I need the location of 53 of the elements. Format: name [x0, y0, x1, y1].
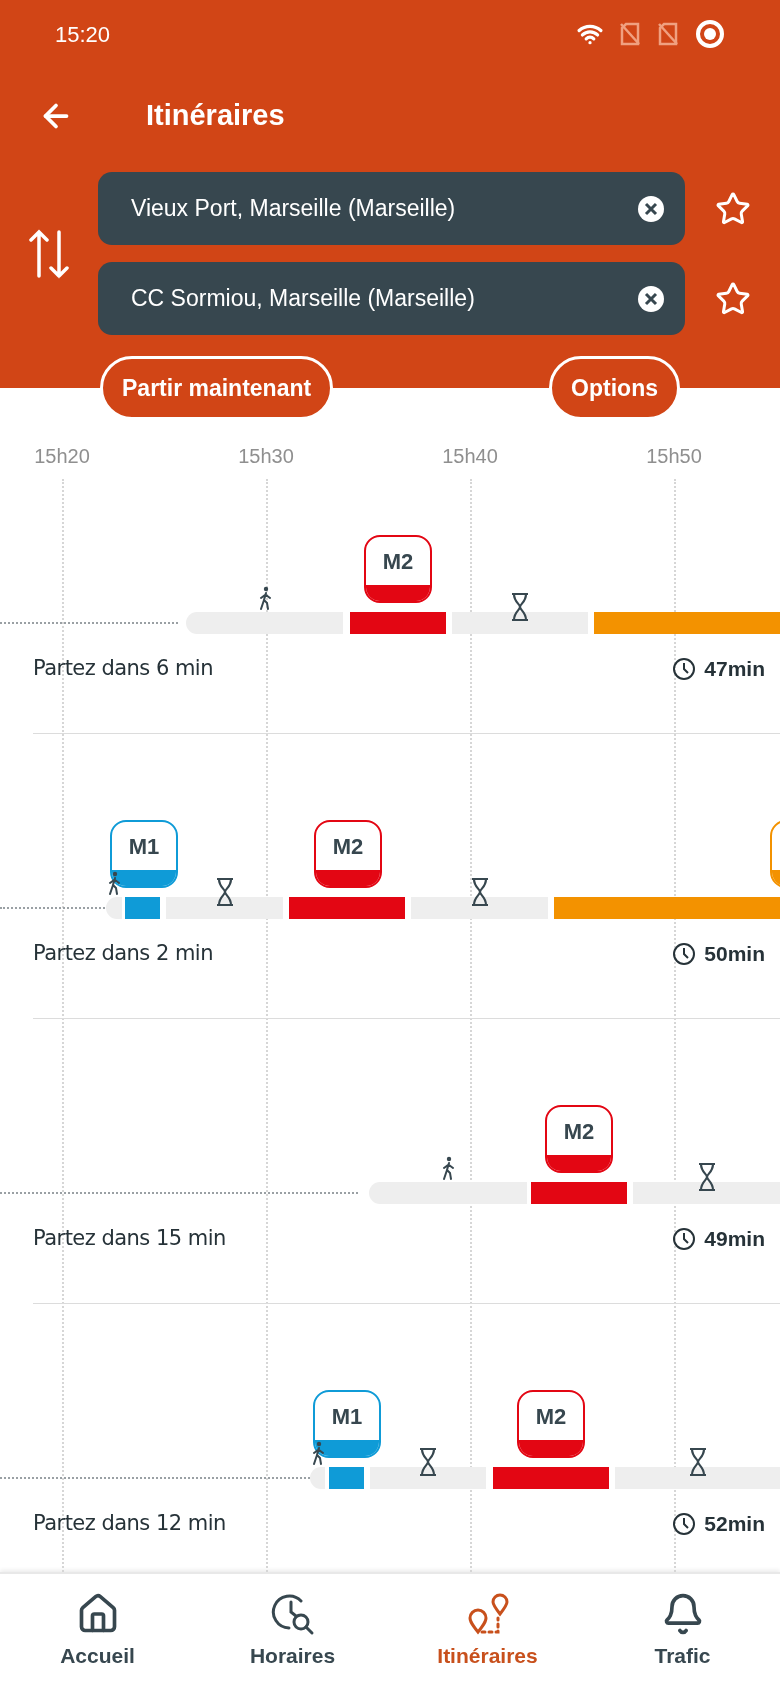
- nav-tab[interactable]: Itinéraires: [390, 1574, 585, 1690]
- duration-text: 49min: [704, 1226, 765, 1252]
- line-badge[interactable]: M1: [313, 1390, 381, 1458]
- favorite-star-icon[interactable]: [715, 280, 751, 317]
- hourglass-icon: [418, 1447, 438, 1477]
- location-field[interactable]: Vieux Port, Marseille (Marseille): [98, 172, 685, 245]
- hourglass-icon: [696, 1162, 717, 1192]
- departure-text: Partez dans 12 min: [33, 1510, 226, 1537]
- no-sim-icon: [619, 22, 641, 46]
- clear-icon[interactable]: [637, 284, 665, 313]
- hourglass-icon: [687, 1447, 708, 1477]
- clock-icon: [672, 1511, 697, 1536]
- hourglass-icon: [469, 877, 490, 907]
- duration-text: 47min: [704, 656, 765, 682]
- clock-search-icon: [270, 1592, 315, 1637]
- duration-text: 52min: [704, 1511, 765, 1537]
- nav-tab[interactable]: Trafic: [585, 1574, 780, 1690]
- time-tick: 15h40: [442, 444, 498, 469]
- line-badge[interactable]: M2: [545, 1105, 613, 1173]
- departure-text: Partez dans 6 min: [33, 655, 213, 682]
- departure-text: Partez dans 2 min: [33, 940, 213, 967]
- line-badge[interactable]: M2: [517, 1390, 585, 1458]
- no-sim-icon: [657, 22, 679, 46]
- clear-icon[interactable]: [637, 194, 665, 223]
- walk-icon: [257, 586, 272, 610]
- status-time: 15:20: [55, 20, 111, 49]
- hourglass-icon: [214, 877, 235, 907]
- record-icon: [695, 19, 725, 49]
- clock-icon: [672, 941, 697, 966]
- favorite-star-icon[interactable]: [715, 190, 751, 227]
- screen-title: Itinéraires: [146, 98, 285, 134]
- duration-text: 50min: [704, 941, 765, 967]
- hourglass-icon: [510, 592, 530, 622]
- nav-tab[interactable]: Horaires: [195, 1574, 390, 1690]
- time-tick: 15h30: [238, 444, 294, 469]
- location-field[interactable]: CC Sormiou, Marseille (Marseille): [98, 262, 685, 335]
- line-badge[interactable]: M2: [364, 535, 432, 603]
- walk-segment: [310, 1467, 325, 1489]
- swap-icon: [27, 227, 71, 280]
- clock-icon: [672, 1226, 697, 1251]
- departure-text: Partez dans 15 min: [33, 1225, 226, 1252]
- walk-icon: [310, 1441, 325, 1465]
- time-tick: 15h20: [34, 444, 90, 469]
- walk-icon: [107, 871, 121, 895]
- clock-icon: [672, 656, 697, 681]
- nav-tab[interactable]: Accueil: [0, 1574, 195, 1690]
- action-button[interactable]: Options: [549, 356, 680, 420]
- walk-icon: [441, 1156, 455, 1180]
- action-button[interactable]: Partir maintenant: [100, 356, 334, 420]
- walk-segment: [106, 897, 122, 919]
- line-badge[interactable]: M1: [110, 820, 178, 888]
- time-tick: 15h50: [646, 444, 702, 469]
- line-badge[interactable]: M2: [314, 820, 382, 888]
